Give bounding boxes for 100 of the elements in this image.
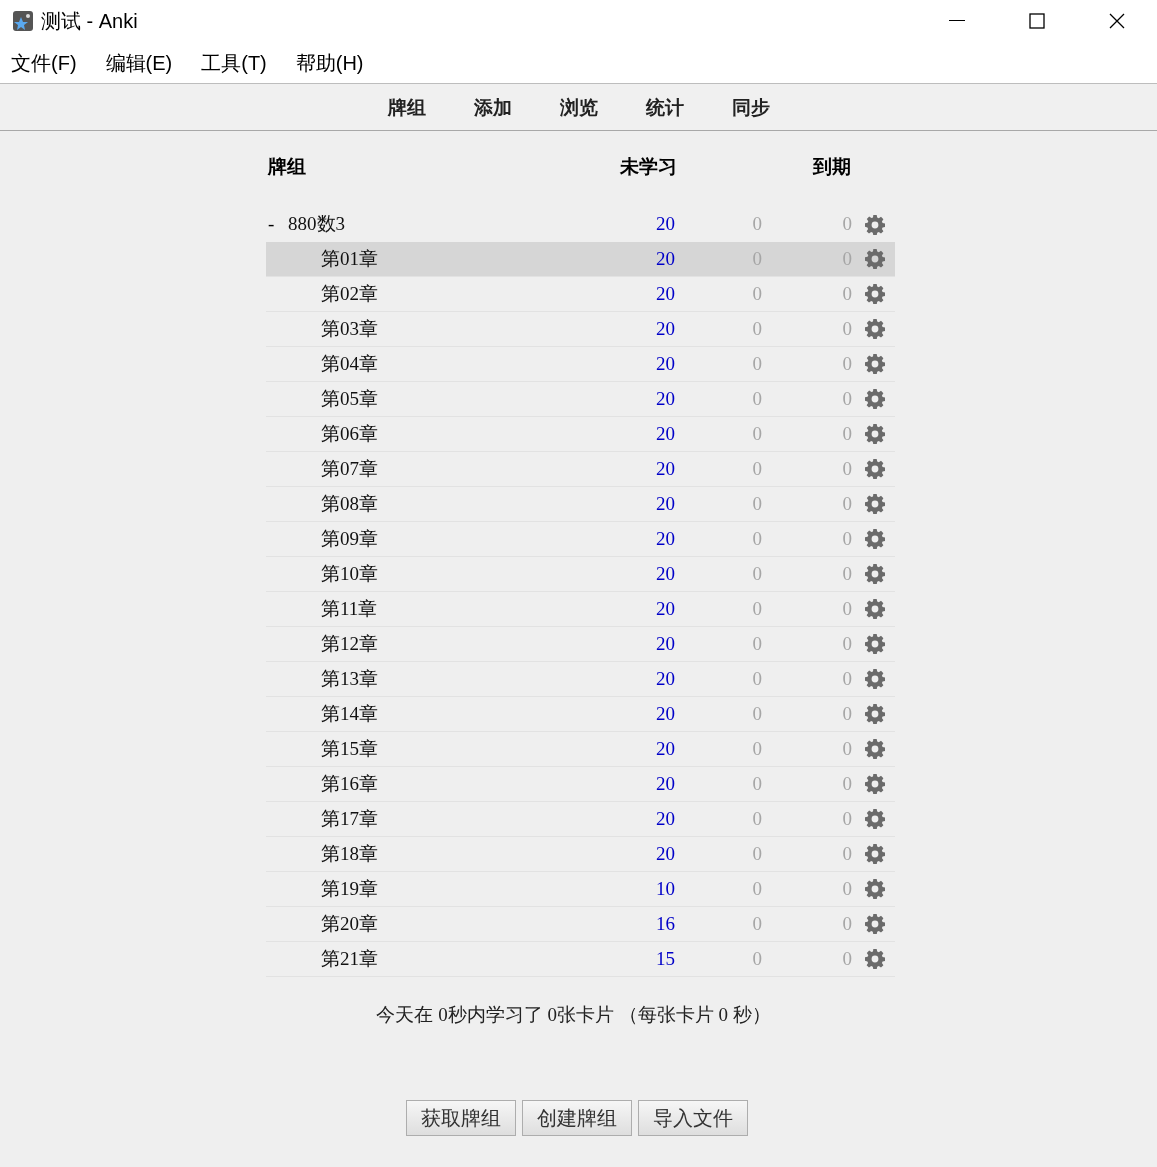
toolbar-link[interactable]: 牌组 (365, 92, 448, 122)
learn-count: 0 (752, 526, 763, 551)
column-header: 到期 (813, 153, 851, 179)
action-button[interactable]: 导入文件 (638, 1099, 748, 1136)
gear-icon[interactable] (865, 879, 885, 899)
new-count: 20 (656, 491, 676, 516)
gear-icon[interactable] (865, 914, 885, 934)
action-button[interactable]: 获取牌组 (406, 1099, 516, 1136)
gear-icon[interactable] (865, 249, 885, 269)
gear-icon[interactable] (865, 809, 885, 829)
toolbar-link[interactable]: 统计 (623, 92, 706, 122)
gear-icon[interactable] (865, 704, 885, 724)
gear-icon[interactable] (865, 739, 885, 759)
learn-count: 0 (752, 771, 763, 796)
gear-icon[interactable] (865, 354, 885, 374)
new-count: 20 (656, 526, 676, 551)
new-count: 20 (656, 281, 676, 306)
gear-icon[interactable] (865, 529, 885, 549)
gear-icon[interactable] (865, 389, 885, 409)
learn-count: 0 (752, 806, 763, 831)
deck-name[interactable]: 第15章 (321, 734, 378, 764)
toolbar-link[interactable]: 添加 (451, 92, 534, 122)
new-count: 15 (656, 946, 676, 971)
new-count: 20 (656, 596, 676, 621)
gear-icon[interactable] (865, 214, 885, 235)
new-count: 20 (656, 806, 676, 831)
maximize-icon (1029, 13, 1045, 29)
new-count: 10 (656, 876, 676, 901)
menu-item[interactable]: 帮助(H) (288, 47, 371, 78)
new-count: 20 (656, 316, 676, 341)
learn-count: 0 (752, 212, 763, 237)
learn-count: 0 (752, 421, 763, 446)
study-summary: 今天在 0秒内学习了 0张卡片 （每张卡片 0 秒） (376, 1003, 771, 1027)
due-count: 0 (842, 736, 853, 761)
new-count: 20 (656, 631, 676, 656)
deck-name[interactable]: 第20章 (321, 909, 378, 939)
due-count: 0 (842, 491, 853, 516)
window-title: 测试 - Anki (41, 9, 138, 34)
deck-name[interactable]: 第06章 (321, 419, 378, 449)
action-button[interactable]: 创建牌组 (522, 1099, 632, 1136)
gear-icon[interactable] (865, 424, 885, 444)
deck-name[interactable]: 第02章 (321, 279, 378, 309)
deck-name[interactable]: 第03章 (321, 314, 378, 344)
deck-name[interactable]: 第13章 (321, 664, 378, 694)
due-count: 0 (842, 806, 853, 831)
deck-name[interactable]: 第04章 (321, 349, 378, 379)
deck-name[interactable]: 第16章 (321, 769, 378, 799)
gear-icon[interactable] (865, 949, 885, 969)
gear-icon[interactable] (865, 599, 885, 619)
menu-item[interactable]: 工具(T) (194, 47, 274, 78)
close-icon (1109, 13, 1125, 29)
learn-count: 0 (752, 666, 763, 691)
gear-icon[interactable] (865, 774, 885, 794)
minimize-icon (949, 20, 965, 22)
menu-item[interactable]: 编辑(E) (98, 47, 180, 78)
new-count: 20 (656, 771, 676, 796)
deck-name[interactable]: 第10章 (321, 559, 378, 589)
new-count: 20 (656, 561, 676, 586)
deck-name[interactable]: 第07章 (321, 454, 378, 484)
due-count: 0 (842, 701, 853, 726)
new-count: 20 (656, 421, 676, 446)
learn-count: 0 (752, 736, 763, 761)
deck-name[interactable]: 第08章 (321, 489, 378, 519)
deck-name[interactable]: 第09章 (321, 524, 378, 554)
gear-icon[interactable] (865, 669, 885, 689)
collapse-toggle[interactable]: - (266, 210, 288, 239)
new-count: 20 (656, 841, 676, 866)
gear-icon[interactable] (865, 459, 885, 479)
due-count: 0 (842, 351, 853, 376)
deck-name[interactable]: 880数3 (288, 210, 345, 239)
deck-name[interactable]: 第18章 (321, 839, 378, 869)
gear-icon[interactable] (865, 564, 885, 584)
due-count: 0 (842, 281, 853, 306)
gear-icon[interactable] (865, 494, 885, 514)
deck-name[interactable]: 第14章 (321, 699, 378, 729)
deck-name[interactable]: 第05章 (321, 384, 378, 414)
toolbar-link[interactable]: 同步 (709, 92, 792, 122)
menu-item[interactable]: 文件(F) (4, 47, 84, 78)
new-count: 20 (656, 212, 676, 237)
deck-name[interactable]: 第17章 (321, 804, 378, 834)
due-count: 0 (842, 596, 853, 621)
new-count: 20 (656, 701, 676, 726)
due-count: 0 (842, 946, 853, 971)
new-count: 20 (656, 666, 676, 691)
deck-name[interactable]: 第12章 (321, 629, 378, 659)
gear-icon[interactable] (865, 319, 885, 339)
deck-name[interactable]: 第01章 (321, 244, 378, 274)
gear-icon[interactable] (865, 844, 885, 864)
deck-name[interactable]: 第19章 (321, 874, 378, 904)
new-count: 20 (656, 456, 676, 481)
learn-count: 0 (752, 386, 763, 411)
deck-name[interactable]: 第11章 (321, 594, 378, 624)
gear-icon[interactable] (865, 634, 885, 654)
toolbar-link[interactable]: 浏览 (537, 92, 620, 122)
learn-count: 0 (752, 281, 763, 306)
new-count: 20 (656, 386, 676, 411)
gear-icon[interactable] (865, 284, 885, 304)
deck-name[interactable]: 第21章 (321, 944, 378, 974)
learn-count: 0 (752, 946, 763, 971)
due-count: 0 (842, 316, 853, 341)
